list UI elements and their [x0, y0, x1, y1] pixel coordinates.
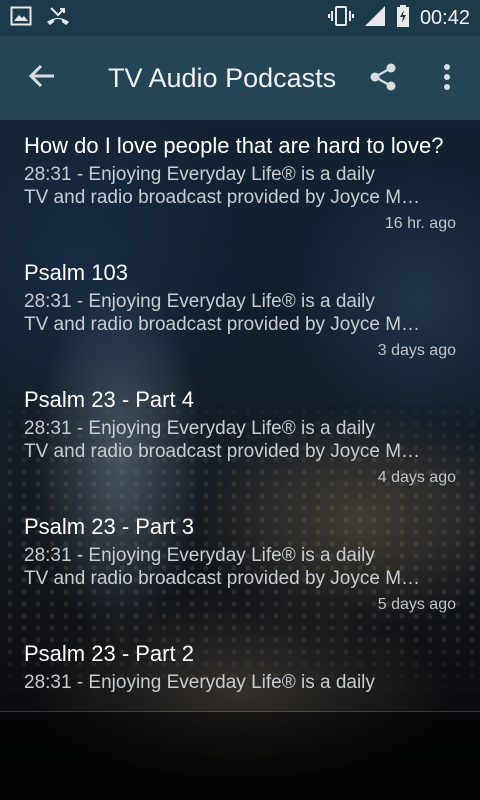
- episode-age: 3 days ago: [377, 342, 456, 359]
- bottom-panel: [0, 712, 480, 800]
- episode-description-line: TV and radio broadcast provided by Joyce…: [24, 568, 424, 589]
- image-icon: [10, 6, 32, 31]
- missed-call-icon: [46, 5, 70, 32]
- share-button[interactable]: [358, 54, 408, 104]
- episode-age: 4 days ago: [377, 469, 456, 486]
- list-item[interactable]: Psalm 103 28:31 - Enjoying Everyday Life…: [0, 247, 480, 374]
- episode-description-line: TV and radio broadcast provided by Joyce…: [24, 441, 424, 462]
- episode-description: 28:31 - Enjoying Everyday Life® is a dai…: [24, 671, 424, 694]
- episode-age: 16 hr. ago: [384, 215, 456, 232]
- status-right: 00:42: [327, 4, 470, 32]
- signal-icon: [364, 5, 386, 32]
- episode-age: 5 days ago: [377, 596, 456, 613]
- episode-description-line: TV and radio broadcast provided by Joyce…: [24, 187, 424, 208]
- status-bar: 00:42: [0, 0, 480, 36]
- episode-description: 28:31 - Enjoying Everyday Life® is a dai…: [24, 290, 424, 336]
- share-icon: [368, 62, 398, 97]
- vibrate-icon: [327, 5, 354, 31]
- list-item[interactable]: Psalm 23 - Part 2 28:31 - Enjoying Every…: [0, 628, 480, 710]
- episode-description: 28:31 - Enjoying Everyday Life® is a dai…: [24, 417, 424, 463]
- list-item[interactable]: Psalm 23 - Part 3 28:31 - Enjoying Every…: [0, 501, 480, 628]
- episode-description-line: 28:31 - Enjoying Everyday Life® is a dai…: [24, 418, 375, 439]
- battery-charging-icon: [396, 4, 410, 32]
- page-title: TV Audio Podcasts: [108, 62, 337, 93]
- episode-description-line: 28:31 - Enjoying Everyday Life® is a dai…: [24, 545, 375, 566]
- status-left: [10, 5, 70, 32]
- episode-description-line: TV and radio broadcast provided by Joyce…: [24, 314, 424, 335]
- back-arrow-icon: [28, 62, 56, 95]
- list-item[interactable]: Psalm 23 - Part 4 28:31 - Enjoying Every…: [0, 374, 480, 501]
- overflow-menu-icon: [443, 63, 451, 96]
- episode-description-line: 28:31 - Enjoying Everyday Life® is a dai…: [24, 164, 375, 185]
- overflow-menu-button[interactable]: [424, 54, 470, 104]
- episode-description: 28:31 - Enjoying Everyday Life® is a dai…: [24, 544, 424, 590]
- back-button[interactable]: [0, 36, 84, 120]
- clock: 00:42: [419, 6, 470, 29]
- episode-description: 28:31 - Enjoying Everyday Life® is a dai…: [24, 163, 424, 209]
- episode-title: Psalm 23 - Part 2: [24, 641, 194, 666]
- episode-title: Psalm 23 - Part 3: [24, 514, 194, 539]
- app-bar: TV Audio Podcasts: [0, 36, 480, 120]
- episode-list: How do I love people that are hard to lo…: [0, 120, 480, 710]
- episode-description-line: 28:31 - Enjoying Everyday Life® is a dai…: [24, 672, 375, 693]
- list-item[interactable]: How do I love people that are hard to lo…: [0, 120, 480, 247]
- episode-title: Psalm 23 - Part 4: [24, 387, 194, 412]
- episode-description-line: 28:31 - Enjoying Everyday Life® is a dai…: [24, 291, 375, 312]
- episode-title: Psalm 103: [24, 260, 128, 285]
- episode-title: How do I love people that are hard to lo…: [24, 133, 444, 158]
